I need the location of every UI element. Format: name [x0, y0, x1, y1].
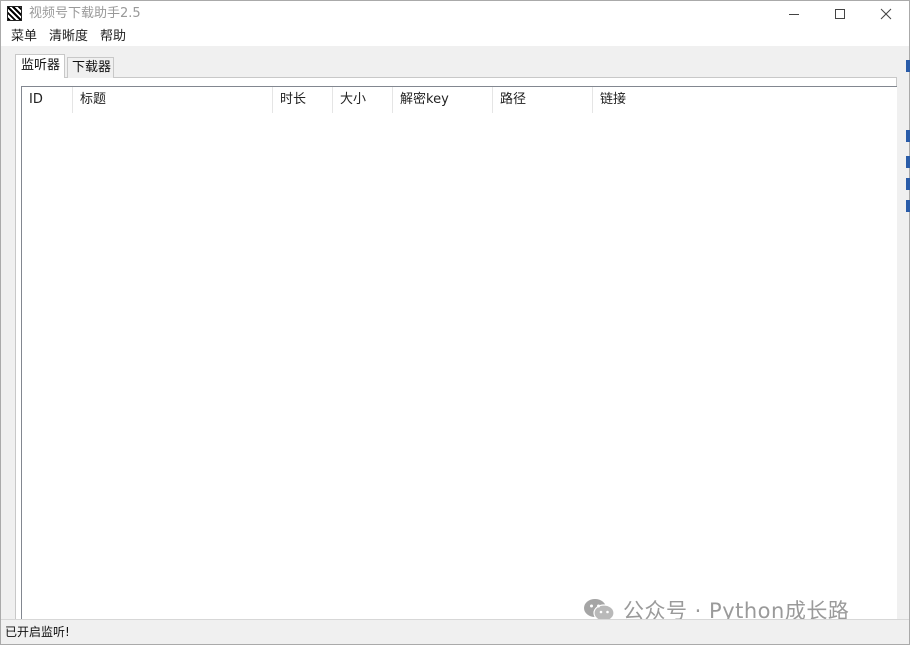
status-text: 已开启监听!	[5, 625, 70, 639]
close-icon	[880, 8, 892, 20]
minimize-icon	[789, 14, 799, 15]
title-bar[interactable]: 视频号下载助手2.5	[1, 1, 909, 27]
column-header-id[interactable]: ID	[22, 87, 73, 113]
column-header-duration[interactable]: 时长	[273, 87, 333, 113]
column-header-size[interactable]: 大小	[333, 87, 393, 113]
menu-item-help[interactable]: 帮助	[94, 28, 132, 46]
column-header-path[interactable]: 路径	[493, 87, 593, 113]
app-icon	[7, 6, 22, 21]
close-button[interactable]	[863, 1, 909, 27]
column-header-link[interactable]: 链接	[593, 87, 713, 113]
column-header-title[interactable]: 标题	[73, 87, 273, 113]
tab-monitor[interactable]: 监听器	[15, 54, 65, 78]
background-window-edge	[906, 60, 910, 220]
app-window: 视频号下载助手2.5 菜单 清晰度 帮助 监听器 下载器 ID 标题 时长 大小	[0, 0, 910, 645]
menu-item-resolution[interactable]: 清晰度	[43, 28, 94, 46]
menu-bar: 菜单 清晰度 帮助	[1, 27, 909, 46]
video-list-table[interactable]: ID 标题 时长 大小 解密key 路径 链接	[21, 86, 897, 626]
window-title: 视频号下载助手2.5	[29, 6, 141, 21]
column-header-decrypt-key[interactable]: 解密key	[393, 87, 493, 113]
maximize-button[interactable]	[817, 1, 863, 27]
status-bar: 已开启监听!	[1, 619, 909, 644]
menu-item-menu[interactable]: 菜单	[5, 28, 43, 46]
maximize-icon	[835, 9, 845, 19]
minimize-button[interactable]	[771, 1, 817, 27]
tab-downloader[interactable]: 下载器	[67, 57, 114, 78]
